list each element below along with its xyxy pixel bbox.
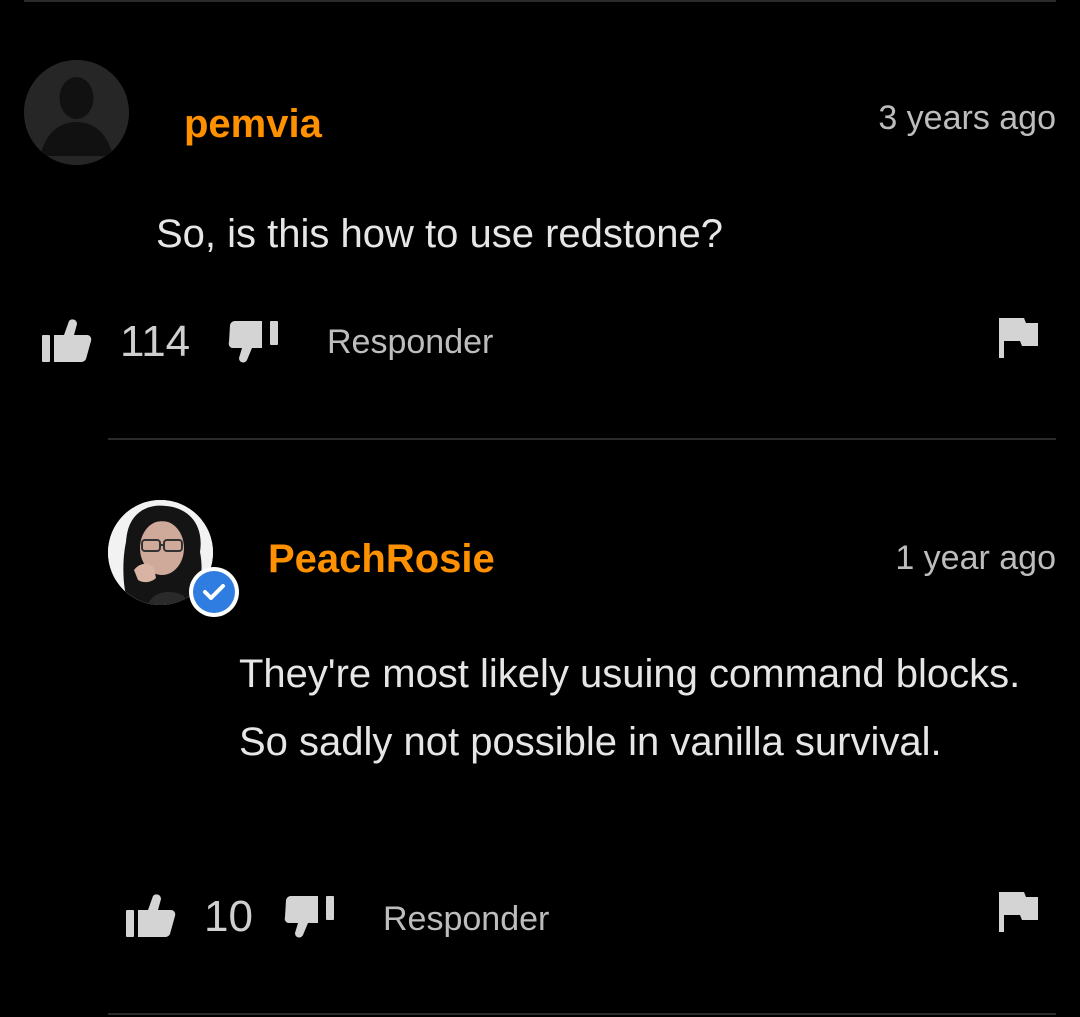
- default-avatar-icon: [24, 60, 129, 165]
- like-count: 114: [120, 317, 191, 366]
- timestamp: 1 year ago: [895, 539, 1056, 577]
- thumbs-up-icon[interactable]: [40, 318, 92, 369]
- thumbs-up-icon[interactable]: [124, 893, 176, 944]
- thumbs-down-icon[interactable]: [284, 893, 338, 944]
- username[interactable]: PeachRosie: [268, 535, 495, 583]
- reply-button[interactable]: Responder: [383, 899, 549, 939]
- thumbs-down-icon[interactable]: [228, 318, 282, 369]
- reply-button[interactable]: Responder: [327, 322, 493, 362]
- bottom-divider: [108, 1013, 1056, 1015]
- top-divider: [24, 0, 1056, 2]
- avatar[interactable]: [24, 60, 129, 165]
- flag-icon[interactable]: [998, 316, 1040, 365]
- like-count: 10: [204, 892, 253, 941]
- comment-text: So, is this how to use redstone?: [156, 212, 723, 256]
- timestamp: 3 years ago: [878, 99, 1056, 137]
- comment-text: They're most likely usuing command block…: [239, 652, 1021, 764]
- verified-badge: [189, 567, 239, 617]
- comment-divider: [108, 438, 1056, 440]
- username[interactable]: pemvia: [184, 100, 322, 148]
- verified-check-icon: [203, 584, 225, 600]
- flag-icon[interactable]: [998, 890, 1040, 939]
